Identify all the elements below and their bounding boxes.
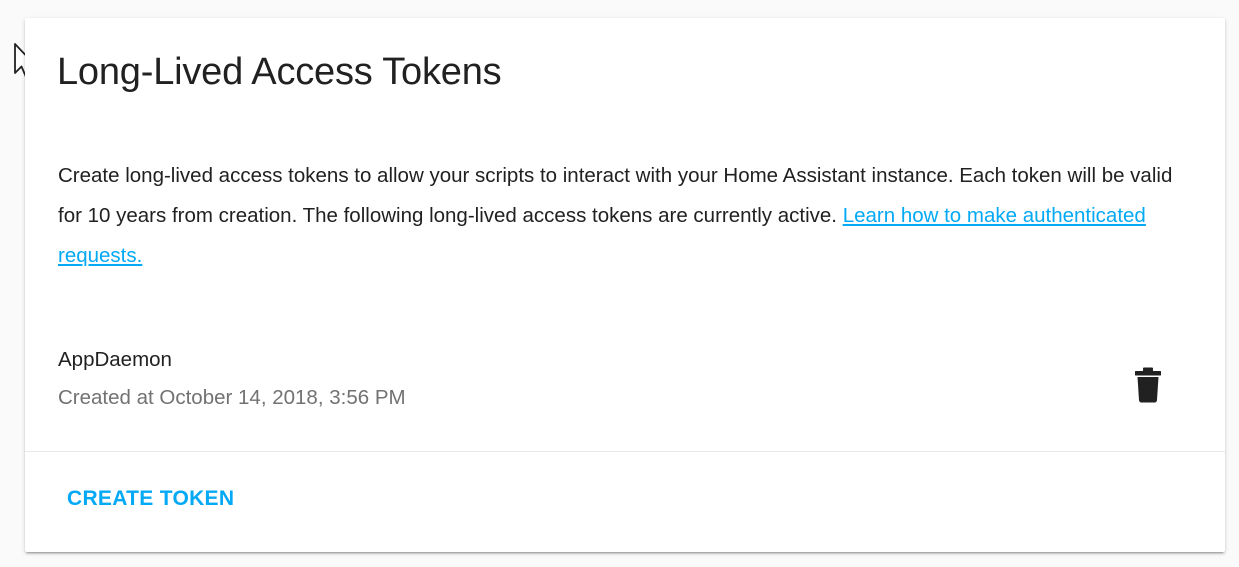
create-token-button[interactable]: CREATE TOKEN [67, 485, 234, 513]
card-actions: CREATE TOKEN [25, 452, 1225, 552]
trash-can-icon [1135, 367, 1161, 403]
card-title: Long-Lived Access Tokens [57, 51, 502, 93]
delete-token-button[interactable] [1123, 360, 1173, 410]
token-list-item: AppDaemon Created at October 14, 2018, 3… [25, 340, 1225, 430]
card-description: Create long-lived access tokens to allow… [58, 156, 1198, 276]
token-name: AppDaemon [58, 348, 172, 371]
long-lived-tokens-card: Long-Lived Access Tokens Create long-liv… [25, 18, 1225, 552]
token-created-date: Created at October 14, 2018, 3:56 PM [58, 386, 406, 409]
